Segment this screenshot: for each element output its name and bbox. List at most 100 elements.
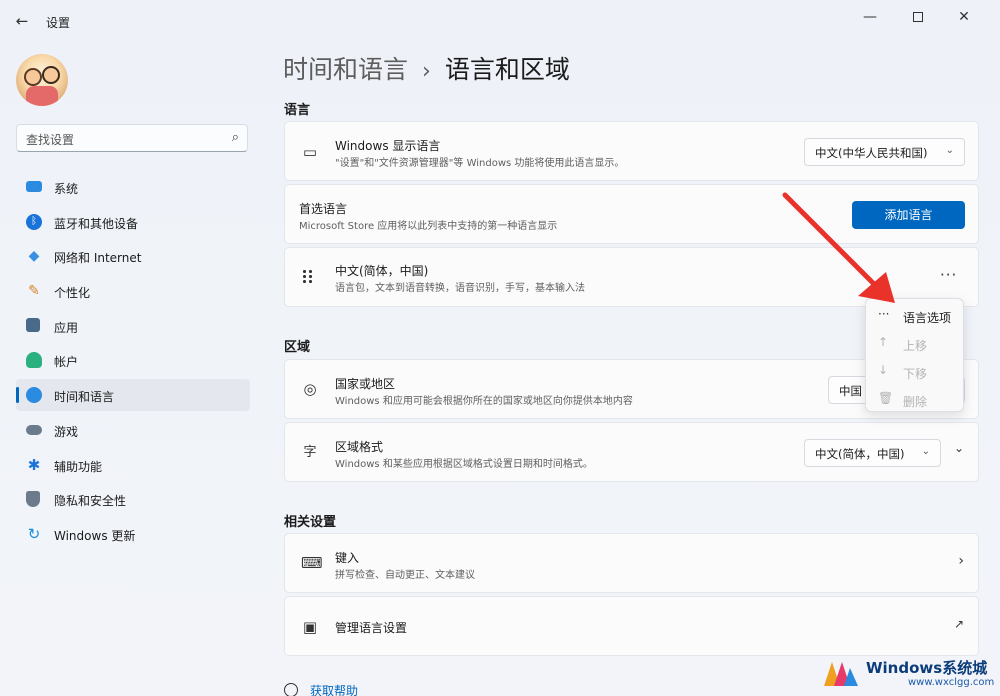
watermark: Windows系统城 www.wxclgg.com [818,654,996,694]
card-subtitle: Windows 和应用可能会根据你所在的国家或地区向你提供本地内容 [335,396,633,407]
sidebar-item-accounts[interactable]: 帐户 [16,344,250,376]
arrow-up-icon: ↑ [878,335,889,349]
trash-icon: 🗑 [878,391,894,405]
dropdown-value: 中国 [839,384,862,398]
admin-shield-icon: ▣ [302,618,318,636]
search-input[interactable]: 查找设置 ⌕ [16,124,248,152]
monitor-icon [26,181,42,192]
arrow-down-icon: ↓ [878,363,889,377]
search-placeholder: 查找设置 [26,133,75,147]
sidebar-item-bluetooth[interactable]: ᛒ 蓝牙和其他设备 [16,206,250,238]
card-title: 区域格式 [335,440,384,454]
back-arrow-icon[interactable]: ← [12,11,32,31]
sidebar-item-accessibility[interactable]: ✱ 辅助功能 [16,449,250,481]
active-indicator [16,387,19,404]
sidebar-item-gaming[interactable]: 游戏 [16,414,250,446]
gamepad-icon [26,424,42,435]
sidebar-item-label: 时间和语言 [54,390,115,405]
maximize-button[interactable] [896,6,940,28]
accessibility-icon: ✱ [27,455,41,474]
help-label: 获取帮助 [310,684,359,696]
sidebar-item-label: 辅助功能 [54,459,103,474]
regional-format-dropdown[interactable]: 中文(简体，中国) ⌄ [804,439,941,467]
menu-item-label: 删除 [903,395,928,409]
menu-item-label: 语言选项 [903,311,952,325]
sidebar-item-system[interactable]: 系统 [16,171,250,203]
more-icon: ··· [878,307,890,321]
user-avatar[interactable] [16,54,68,106]
sidebar-item-windows-update[interactable]: ↻ Windows 更新 [16,518,250,550]
language-context-menu: ··· 语言选项 ↑ 上移 ↓ 下移 🗑 删除 [865,298,964,412]
dropdown-value: 中文(中华人民共和国) [815,146,928,160]
sidebar-item-apps[interactable]: 应用 [16,310,250,342]
monitor-icon: ▭ [302,143,318,161]
sidebar-item-privacy[interactable]: 隐私和安全性 [16,483,250,515]
drag-handle-icon[interactable] [303,270,313,284]
sidebar-item-label: 系统 [54,182,79,196]
watermark-logo-icon [824,662,858,686]
bluetooth-icon: ᛒ [26,213,42,230]
card-subtitle: "设置"和"文件资源管理器"等 Windows 功能将使用此语言显示。 [335,158,625,169]
card-title: Windows 显示语言 [335,139,441,153]
sidebar-item-label: 游戏 [54,424,79,439]
window-title: 设置 [46,16,71,30]
section-heading-related: 相关设置 [284,515,337,530]
sidebar-item-label: 个性化 [54,286,91,301]
language-features: 语言包，文本到语音转换，语音识别，手写，基本输入法 [335,283,585,294]
language-name: 中文(简体，中国) [335,264,429,278]
manage-language-settings-card[interactable]: ▣ 管理语言设置 ↗ [284,596,979,656]
menu-item-move-down[interactable]: ↓ 下移 [866,357,965,385]
keyboard-icon: ⌨ [301,554,323,572]
menu-item-move-up[interactable]: ↑ 上移 [866,329,965,357]
sidebar-item-label: Windows 更新 [54,528,136,543]
account-icon [26,352,42,369]
sidebar-item-label: 网络和 Internet [54,251,142,266]
more-options-button[interactable]: ··· [940,266,957,284]
sidebar-item-label: 应用 [54,320,79,335]
sidebar-item-label: 帐户 [54,355,79,370]
card-subtitle: Microsoft Store 应用将以此列表中支持的第一种语言显示 [299,221,558,232]
watermark-title: Windows系统城 [866,659,988,677]
maximize-icon [913,12,923,22]
search-icon[interactable]: ⌕ [232,130,239,145]
page-title: 语言和区域 [444,55,570,84]
sidebar-item-label: 蓝牙和其他设备 [54,216,139,231]
regional-format-icon: 字 [303,445,317,460]
breadcrumb-separator: › [422,59,431,84]
help-icon [284,683,298,696]
sidebar-item-time-language[interactable]: 时间和语言 [16,379,250,412]
settings-window: ← 设置 — ✕ 查找设置 ⌕ 系统 ᛒ 蓝牙和其他设备 ◆ 网络和 Inter… [0,0,1000,696]
sidebar-item-network[interactable]: ◆ 网络和 Internet [16,240,250,272]
update-icon: ↻ [27,524,41,543]
card-subtitle: Windows 和某些应用根据区域格式设置日期和时间格式。 [335,459,593,470]
watermark-url: www.wxclgg.com [908,677,995,688]
chevron-down-icon: ⌄ [945,145,954,156]
add-language-button[interactable]: 添加语言 [852,201,965,229]
sidebar-item-personalization[interactable]: ✎ 个性化 [16,275,250,307]
menu-item-label: 上移 [903,339,928,353]
preferred-languages-card: 首选语言 Microsoft Store 应用将以此列表中支持的第一种语言显示 … [284,184,979,244]
regional-format-card[interactable]: 字 区域格式 Windows 和某些应用根据区域格式设置日期和时间格式。 中文(… [284,422,979,482]
apps-icon [26,317,40,332]
card-title: 国家或地区 [335,377,396,391]
expand-chevron-icon[interactable]: ⌄ [954,441,964,455]
sidebar-item-label: 隐私和安全性 [54,494,127,509]
get-help-link[interactable]: 获取帮助 [284,682,358,696]
close-button[interactable]: ✕ [942,6,986,28]
chevron-right-icon: › [958,553,964,569]
external-link-icon: ↗ [953,617,964,631]
shield-icon [26,491,40,508]
wifi-icon: ◆ [28,248,40,265]
sidebar-nav: 系统 ᛒ 蓝牙和其他设备 ◆ 网络和 Internet ✎ 个性化 应用 帐户 … [16,171,250,553]
section-heading-language: 语言 [284,103,311,118]
brush-icon: ✎ [28,283,40,300]
typing-settings-card[interactable]: ⌨ 键入 拼写检查、自动更正、文本建议 › [284,533,979,593]
breadcrumb: 时间和语言 › 语言和区域 [283,50,570,86]
card-subtitle: 拼写检查、自动更正、文本建议 [335,570,475,581]
display-language-dropdown[interactable]: 中文(中华人民共和国) ⌄ [804,138,965,166]
minimize-button[interactable]: — [848,6,892,28]
breadcrumb-parent[interactable]: 时间和语言 [283,55,408,84]
dropdown-value: 中文(简体，中国) [815,447,905,461]
menu-item-remove[interactable]: 🗑 删除 [866,385,965,413]
menu-item-language-options[interactable]: ··· 语言选项 [866,301,965,329]
